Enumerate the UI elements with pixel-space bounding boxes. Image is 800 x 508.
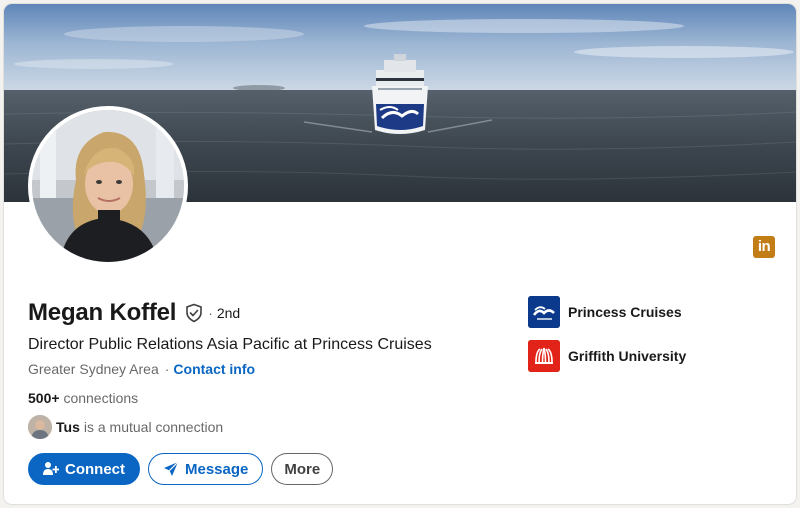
message-label: Message bbox=[185, 460, 249, 478]
profile-card: in Megan Koffel · 2nd Director Public Re… bbox=[4, 4, 796, 504]
org-name: Princess Cruises bbox=[568, 304, 682, 320]
profile-location: Greater Sydney Area bbox=[28, 361, 159, 377]
connect-label: Connect bbox=[65, 460, 125, 478]
profile-name: Megan Koffel bbox=[28, 299, 177, 326]
contact-info-link[interactable]: Contact info bbox=[173, 361, 255, 377]
profile-organizations: Princess Cruises Griffith University bbox=[528, 296, 778, 384]
degree-value: 2nd bbox=[216, 305, 241, 321]
princess-cruises-logo-icon bbox=[528, 296, 560, 328]
org-education[interactable]: Griffith University bbox=[528, 340, 778, 372]
send-icon bbox=[163, 461, 179, 477]
add-person-icon bbox=[43, 461, 59, 477]
org-name: Griffith University bbox=[568, 348, 687, 364]
location-row: Greater Sydney Area · Contact info bbox=[28, 358, 508, 380]
message-button[interactable]: Message bbox=[148, 453, 264, 485]
connections-label: connections bbox=[63, 390, 139, 406]
profile-photo[interactable] bbox=[28, 106, 188, 266]
connections-count[interactable]: 500+ connections bbox=[28, 387, 508, 409]
degree-separator: · bbox=[208, 305, 213, 321]
mutual-connection[interactable]: Tus is a mutual connection bbox=[28, 415, 508, 439]
more-label: More bbox=[284, 460, 321, 478]
profile-actions: Connect Message More bbox=[28, 453, 508, 485]
connections-number: 500+ bbox=[28, 390, 60, 406]
griffith-university-logo-icon bbox=[528, 340, 560, 372]
profile-headline: Director Public Relations Asia Pacific a… bbox=[28, 336, 432, 353]
mutual-connection-name: Tus bbox=[56, 419, 80, 435]
profile-identity: Megan Koffel · 2nd Director Public Relat… bbox=[28, 298, 508, 485]
more-button[interactable]: More bbox=[271, 453, 334, 485]
linkedin-icon[interactable]: in bbox=[753, 236, 775, 258]
location-separator: · bbox=[164, 361, 170, 377]
connect-button[interactable]: Connect bbox=[28, 453, 140, 485]
mutual-connection-avatar bbox=[28, 415, 52, 439]
verified-shield-icon[interactable] bbox=[184, 303, 204, 323]
mutual-connection-text: is a mutual connection bbox=[83, 419, 224, 435]
connection-degree: · 2nd bbox=[208, 305, 240, 321]
name-row: Megan Koffel · 2nd bbox=[28, 298, 508, 328]
org-current-company[interactable]: Princess Cruises bbox=[528, 296, 778, 328]
